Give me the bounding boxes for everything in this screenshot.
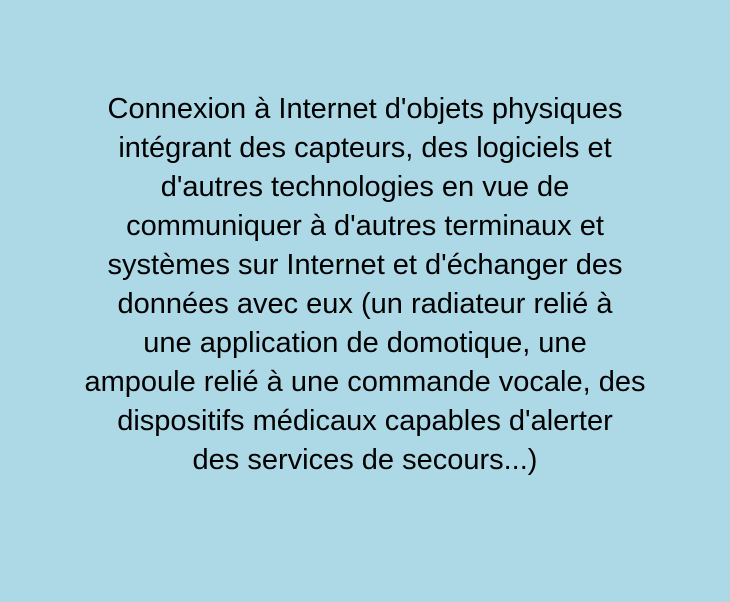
- definition-line: systèmes sur Internet et d'échanger des: [107, 249, 623, 281]
- definition-text: Connexion à Internet d'objets physiques …: [0, 90, 730, 480]
- definition-line: une application de domotique, une: [143, 327, 587, 359]
- definition-line: communiquer à d'autres terminaux et: [126, 210, 604, 242]
- definition-line: dispositifs médicaux capables d'alerter: [117, 405, 613, 437]
- definition-line: données avec eux (un radiateur relié à: [117, 288, 613, 320]
- definition-line: ampoule relié à une commande vocale, des: [84, 366, 646, 398]
- definition-line: d'autres technologies en vue de: [160, 171, 570, 203]
- definition-line: intégrant des capteurs, des logiciels et: [118, 132, 612, 164]
- flashcard: Connexion à Internet d'objets physiques …: [0, 0, 730, 602]
- definition-line: Connexion à Internet d'objets physiques: [107, 93, 623, 125]
- definition-line: des services de secours...): [192, 444, 538, 476]
